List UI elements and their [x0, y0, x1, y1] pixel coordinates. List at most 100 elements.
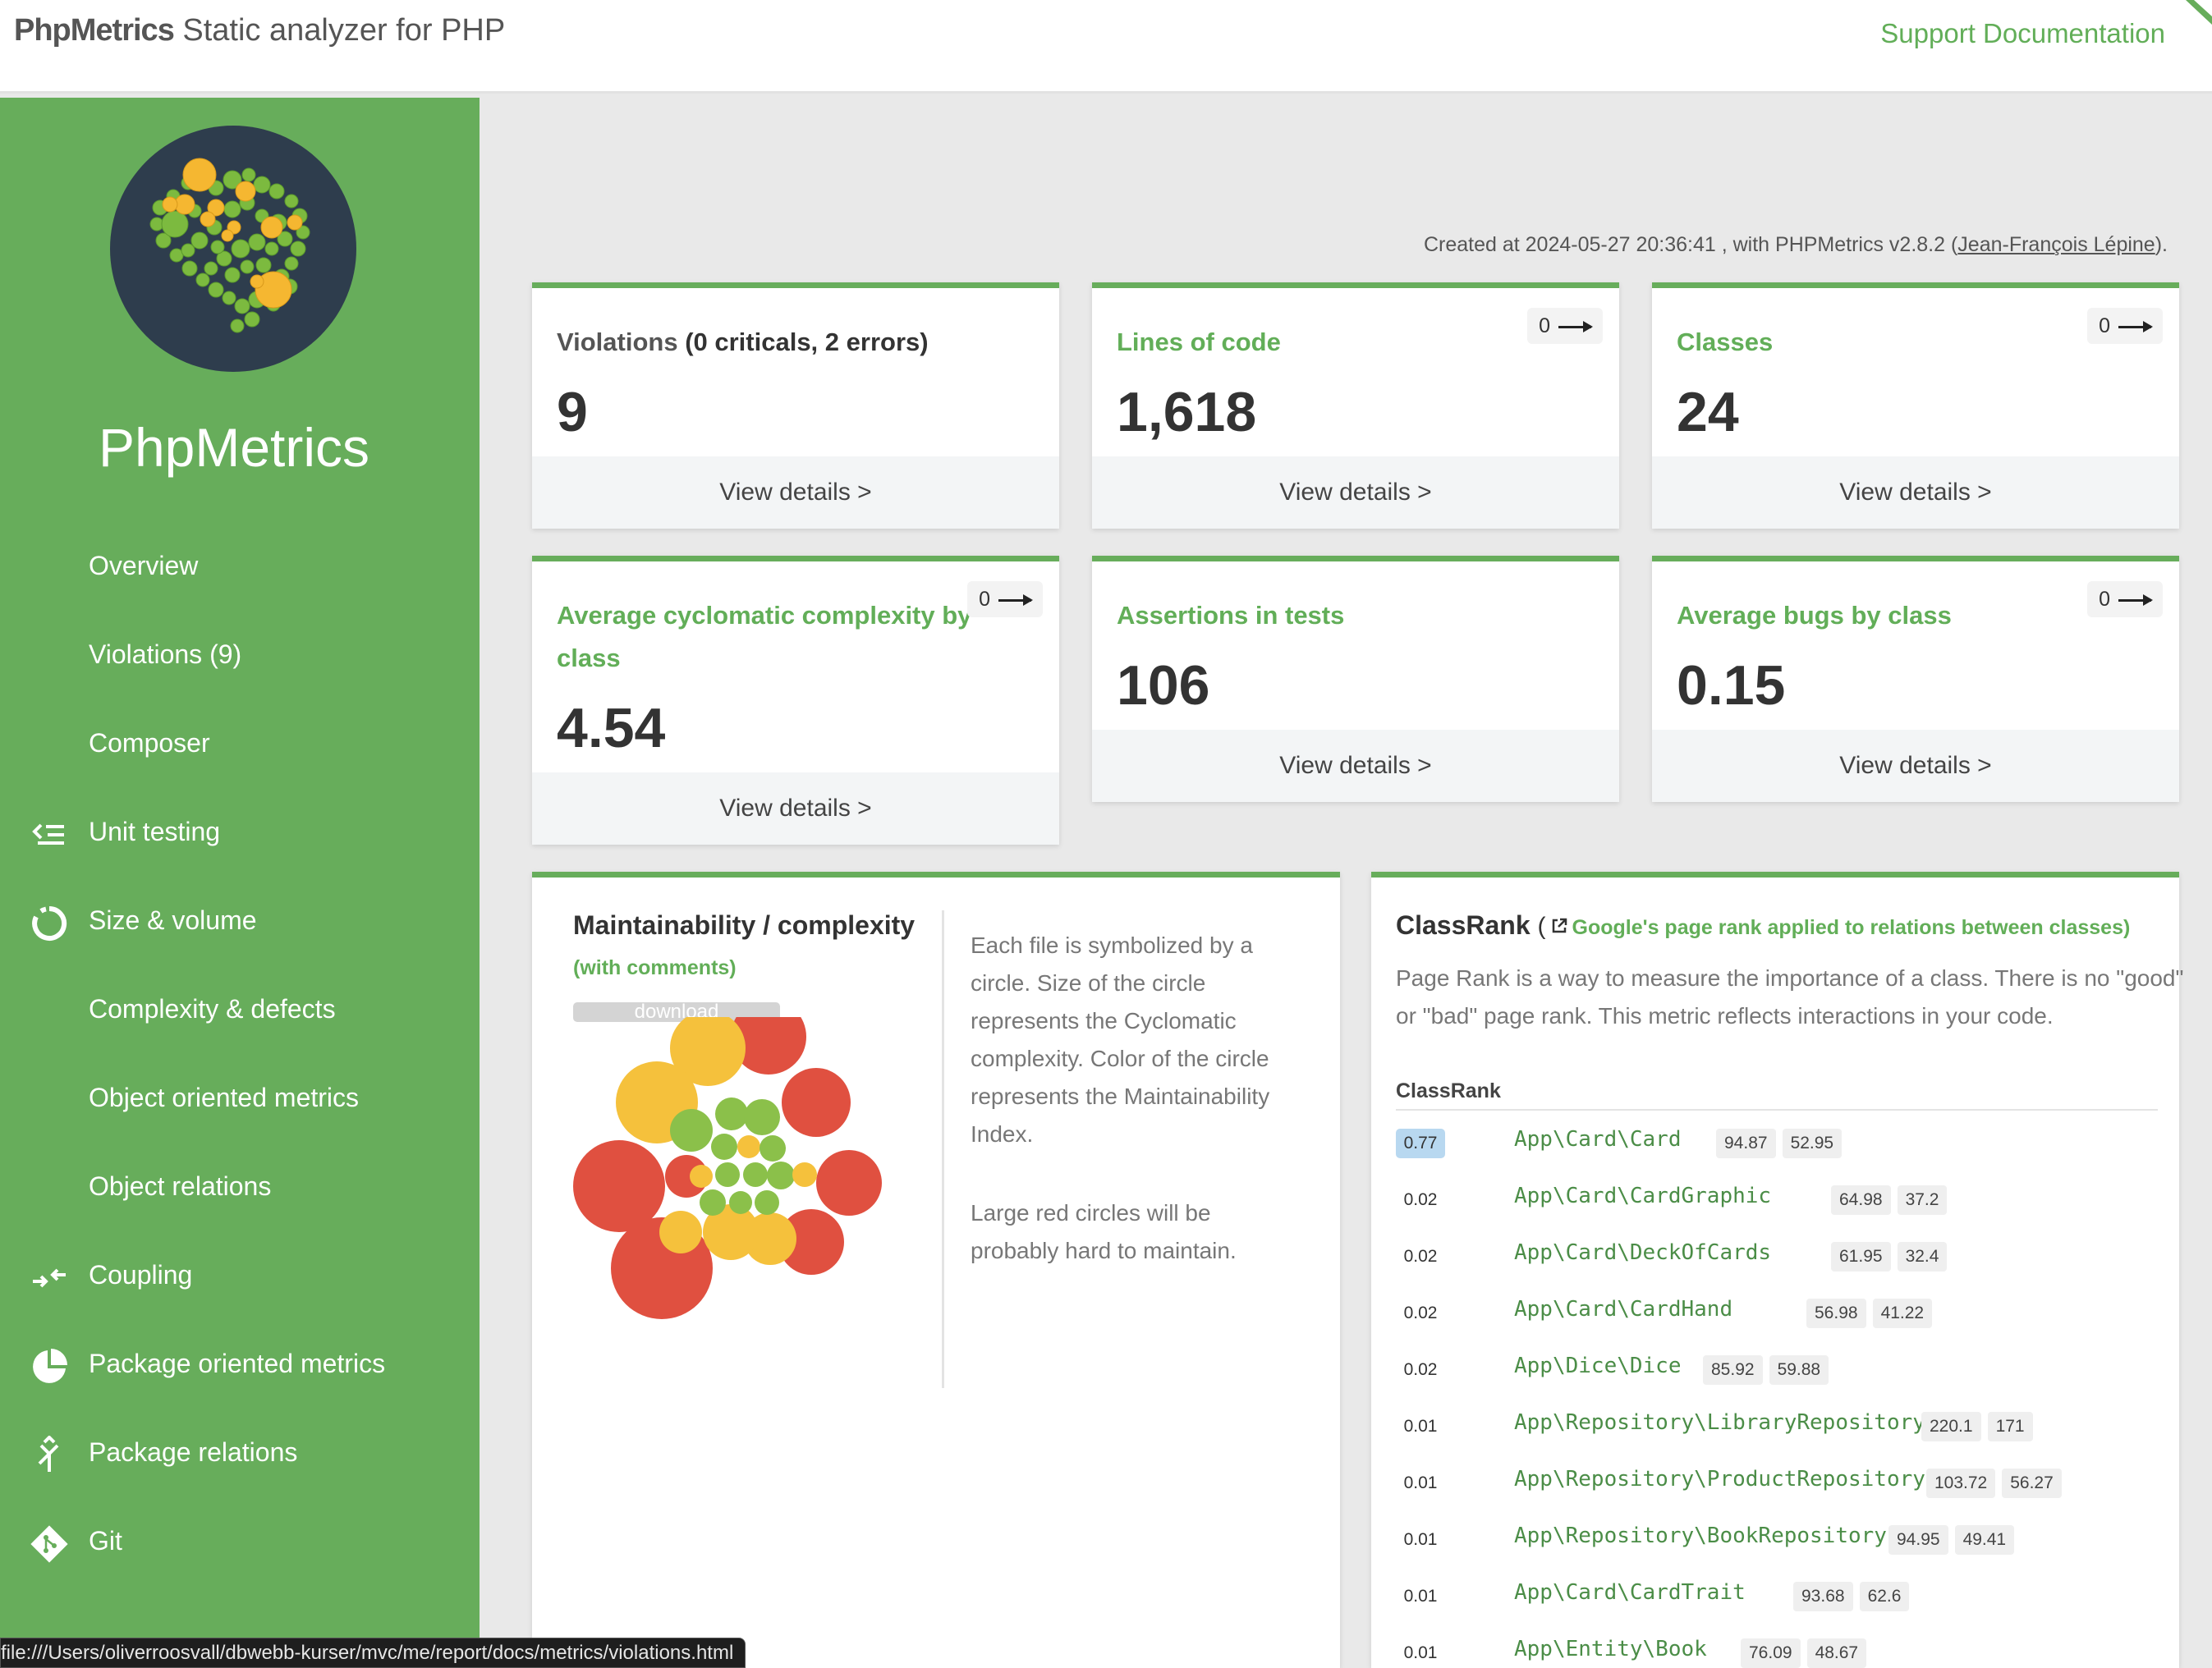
- classrank-column-header[interactable]: ClassRank: [1396, 1079, 1501, 1103]
- divider: [942, 910, 944, 1388]
- table-row: 0.01 App\Entity\Book 76.09 48.67: [1396, 1632, 2168, 1668]
- metric-chips: 85.92 59.88: [1703, 1355, 1829, 1385]
- metric-chip: 103.72: [1926, 1469, 1996, 1498]
- pagerank-link[interactable]: Google's page rank applied to relations …: [1572, 916, 2131, 939]
- metric-chip: 61.95: [1831, 1242, 1891, 1272]
- class-link[interactable]: App\Card\CardHand: [1514, 1297, 1732, 1322]
- metric-chip: 49.41: [1954, 1525, 2015, 1555]
- class-link[interactable]: App\Dice\Dice: [1514, 1354, 1682, 1378]
- sidebar-item-unit-testing[interactable]: Unit testing: [0, 799, 480, 873]
- brand[interactable]: PhpMetrics Static analyzer for PHP: [14, 13, 505, 48]
- metric-chip: 93.68: [1793, 1582, 1853, 1611]
- sidebar-item-complexity-defects[interactable]: Complexity & defects: [0, 976, 480, 1050]
- classrank-title: ClassRank (Google's page rank applied to…: [1396, 910, 2131, 940]
- table-row: 0.01 App\Repository\ProductRepository 10…: [1396, 1462, 2168, 1518]
- class-link[interactable]: App\Entity\Book: [1514, 1637, 1707, 1661]
- trend-badge[interactable]: 0: [2087, 308, 2163, 344]
- rank-score: 0.02: [1403, 1190, 1438, 1209]
- class-link[interactable]: App\Card\DeckOfCards: [1514, 1240, 1771, 1265]
- phpmetrics-logo[interactable]: [109, 126, 357, 372]
- metric-chip: 85.92: [1703, 1355, 1763, 1385]
- view-details-link[interactable]: View details >: [1092, 730, 1619, 802]
- card-lines-of-code: Lines of code 0 1,618 View details >: [1092, 282, 1619, 529]
- ribbon-corner-icon[interactable]: [2179, 0, 2212, 25]
- arrow-right-icon: [1558, 320, 1593, 332]
- sidebar-item-size-volume[interactable]: Size & volume: [0, 887, 480, 961]
- view-details-link[interactable]: View details >: [532, 456, 1059, 529]
- trend-badge[interactable]: 0: [1527, 308, 1603, 344]
- sidebar-item-composer[interactable]: Composer: [0, 710, 480, 784]
- trend-badge[interactable]: 0: [2087, 581, 2163, 617]
- view-details-link[interactable]: View details >: [1092, 456, 1619, 529]
- author-link[interactable]: Jean-François Lépine: [1957, 233, 2155, 256]
- rank-score: 0.02: [1403, 1304, 1438, 1322]
- metric-chip: 220.1: [1921, 1412, 1981, 1441]
- view-details-link[interactable]: View details >: [1652, 456, 2179, 529]
- sidebar-item-overview[interactable]: Overview: [0, 533, 480, 607]
- metric-chips: 56.98 41.22: [1806, 1299, 1933, 1328]
- class-link[interactable]: App\Card\CardTrait: [1514, 1580, 1746, 1605]
- sidebar-item-object-relations[interactable]: Object relations: [0, 1153, 480, 1227]
- sidebar-item-label: Complexity & defects: [89, 994, 336, 1024]
- circle-notch-icon: [32, 905, 67, 941]
- metric-chip: 37.2: [1897, 1185, 1948, 1215]
- class-link[interactable]: App\Card\CardGraphic: [1514, 1184, 1771, 1208]
- table-row: 0.01 App\Card\CardTrait 93.68 62.6: [1396, 1575, 2168, 1631]
- metric-chips: 64.98 37.2: [1831, 1185, 1948, 1215]
- sidebar-item-label: Package relations: [89, 1437, 298, 1467]
- view-details-link[interactable]: View details >: [1652, 730, 2179, 802]
- metric-chip: 62.6: [1859, 1582, 1910, 1611]
- card-value: 1,618: [1117, 381, 1257, 443]
- sidebar-item-label: Size & volume: [89, 905, 257, 935]
- maintainability-bubble-chart[interactable]: [573, 1017, 910, 1362]
- rank-score: 0.01: [1403, 1417, 1438, 1436]
- description-paragraph: Large red circles will be probably hard …: [971, 1200, 1237, 1263]
- card-value: 0.15: [1677, 654, 1786, 717]
- metric-chip: 52.95: [1782, 1129, 1843, 1158]
- rank-score: 0.01: [1403, 1473, 1438, 1492]
- table-row: 0.02 App\Card\CardHand 56.98 41.22: [1396, 1292, 2168, 1348]
- classrank-panel: ClassRank (Google's page rank applied to…: [1371, 872, 2183, 1668]
- rank-score: 0.02: [1403, 1247, 1438, 1266]
- sidebar-item-object-oriented-metrics[interactable]: Object oriented metrics: [0, 1065, 480, 1139]
- top-bar: PhpMetrics Static analyzer for PHP Suppo…: [0, 0, 2212, 94]
- metric-chip: 32.4: [1897, 1242, 1948, 1272]
- maintainability-title: Maintainability / complexity: [573, 910, 916, 940]
- support-documentation-link[interactable]: Support Documentation: [1880, 18, 2165, 49]
- view-details-link[interactable]: View details >: [532, 772, 1059, 845]
- class-link[interactable]: App\Repository\BookRepository: [1514, 1524, 1887, 1548]
- card-value: 9: [557, 381, 588, 443]
- table-row: 0.01 App\Repository\LibraryRepository 22…: [1396, 1405, 2168, 1461]
- brand-name: PhpMetrics: [14, 13, 175, 48]
- sidebar-item-violations[interactable]: Violations (9): [0, 621, 480, 695]
- card-value: 106: [1117, 654, 1210, 717]
- metric-chips: 220.1 171: [1921, 1412, 2033, 1441]
- metric-chip: 41.22: [1872, 1299, 1933, 1328]
- sidebar-item-label: Git: [89, 1526, 122, 1556]
- sidebar-item-package-relations[interactable]: Package relations: [0, 1419, 480, 1493]
- created-text: Created at 2024-05-27 20:36:41 , with PH…: [1423, 233, 1958, 256]
- sidebar-item-git[interactable]: Git: [0, 1508, 480, 1582]
- created-info: Created at 2024-05-27 20:36:41 , with PH…: [1424, 233, 2168, 257]
- class-link[interactable]: App\Card\Card: [1514, 1127, 1682, 1152]
- class-link[interactable]: App\Repository\LibraryRepository: [1514, 1410, 1925, 1435]
- sidebar-item-label: Composer: [89, 728, 210, 758]
- maintainability-subtitle[interactable]: (with comments): [573, 956, 737, 980]
- card-classes: Classes 0 24 View details >: [1652, 282, 2179, 529]
- table-row: 0.02 App\Card\DeckOfCards 61.95 32.4: [1396, 1235, 2168, 1291]
- metric-chips: 103.72 56.27: [1926, 1469, 2062, 1498]
- description-paragraph: Each file is symbolized by a circle. Siz…: [971, 933, 1270, 1147]
- class-link[interactable]: App\Repository\ProductRepository: [1514, 1467, 1925, 1492]
- status-bar-url: file:///Users/oliverroosvall/dbwebb-kurs…: [0, 1638, 746, 1668]
- merge-icon: [38, 1436, 59, 1472]
- card-title: Violations (0 criticals, 2 errors): [557, 328, 929, 356]
- external-link-icon[interactable]: [1549, 916, 1569, 936]
- metric-chip: 94.95: [1888, 1525, 1948, 1555]
- sidebar-item-label: Object relations: [89, 1171, 272, 1201]
- arrow-right-icon: [2118, 320, 2153, 332]
- card-value: 4.54: [557, 697, 666, 759]
- trend-badge[interactable]: 0: [967, 581, 1043, 617]
- sidebar-item-package-oriented-metrics[interactable]: Package oriented metrics: [0, 1331, 480, 1405]
- card-title: Average bugs by class: [1677, 601, 1952, 630]
- sidebar-item-coupling[interactable]: Coupling: [0, 1242, 480, 1316]
